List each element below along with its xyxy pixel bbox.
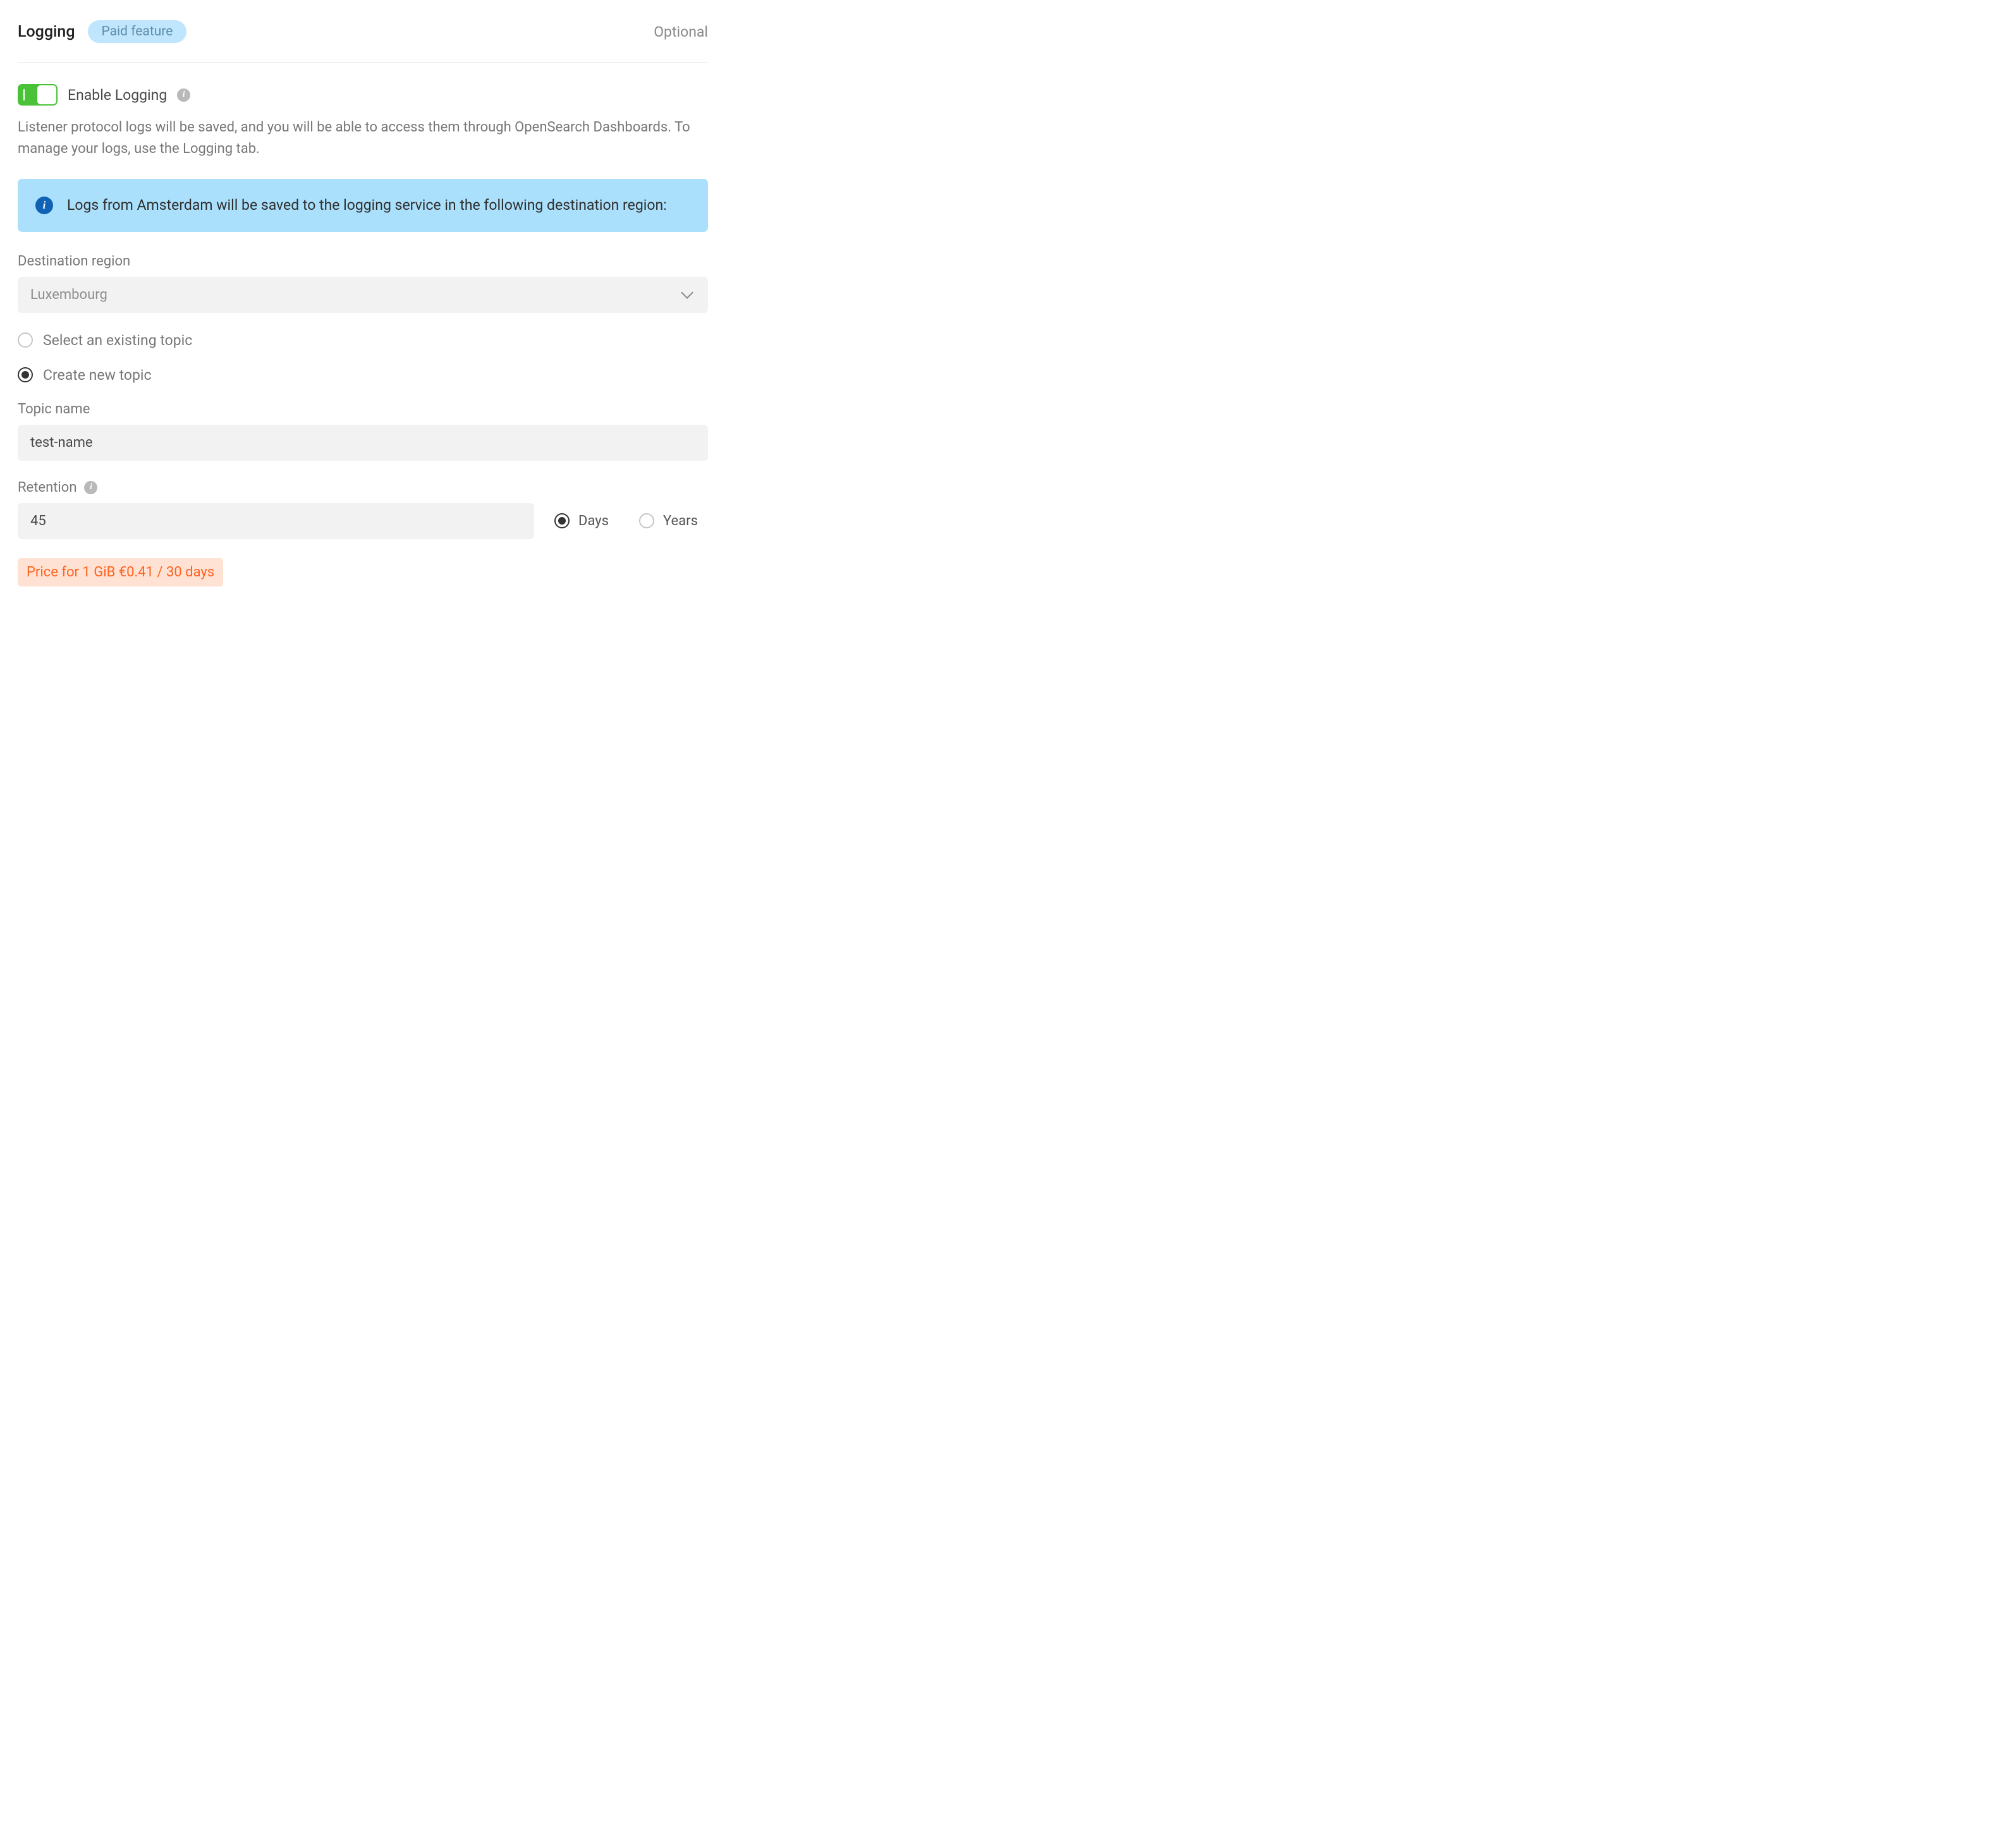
unit-years-label: Years bbox=[663, 513, 698, 529]
content-area: Enable Logging i Listener protocol logs … bbox=[18, 63, 708, 587]
unit-days-group[interactable]: Days bbox=[554, 513, 619, 529]
radio-button bbox=[554, 513, 570, 528]
info-icon[interactable]: i bbox=[177, 88, 190, 102]
destination-region-label: Destination region bbox=[18, 253, 708, 269]
price-badge: Price for 1 GiB €0.41 / 30 days bbox=[18, 558, 223, 587]
retention-input-wrap bbox=[18, 503, 534, 539]
info-icon: i bbox=[35, 197, 53, 214]
optional-label: Optional bbox=[654, 23, 708, 40]
destination-region-select[interactable]: Luxembourg bbox=[18, 277, 708, 313]
topic-name-label: Topic name bbox=[18, 401, 708, 417]
section-title: Logging bbox=[18, 23, 75, 41]
radio-button bbox=[639, 513, 654, 528]
enable-logging-toggle[interactable] bbox=[18, 84, 58, 106]
radio-existing-topic[interactable]: Select an existing topic bbox=[18, 332, 708, 349]
section-header: Logging Paid feature Optional bbox=[18, 20, 708, 63]
info-banner-text: Logs from Amsterdam will be saved to the… bbox=[67, 194, 667, 217]
enable-logging-label: Enable Logging bbox=[68, 87, 167, 104]
paid-feature-badge: Paid feature bbox=[88, 20, 187, 43]
radio-button bbox=[18, 367, 33, 382]
header-left: Logging Paid feature bbox=[18, 20, 186, 43]
chevron-down-icon bbox=[681, 286, 693, 299]
toggle-knob bbox=[37, 85, 56, 104]
unit-years-group[interactable]: Years bbox=[639, 513, 708, 529]
radio-label: Select an existing topic bbox=[43, 332, 192, 349]
info-icon[interactable]: i bbox=[84, 481, 97, 494]
radio-create-topic[interactable]: Create new topic bbox=[18, 367, 708, 384]
enable-logging-row: Enable Logging i bbox=[18, 84, 708, 106]
retention-label-row: Retention i bbox=[18, 480, 708, 495]
topic-name-input[interactable] bbox=[18, 425, 708, 461]
retention-row: Days Years bbox=[18, 503, 708, 539]
retention-label: Retention bbox=[18, 480, 76, 495]
retention-input[interactable] bbox=[18, 503, 534, 539]
info-banner: i Logs from Amsterdam will be saved to t… bbox=[18, 179, 708, 232]
destination-region-value: Luxembourg bbox=[30, 287, 107, 303]
helper-text: Listener protocol logs will be saved, an… bbox=[18, 117, 708, 160]
radio-button bbox=[18, 332, 33, 348]
unit-days-label: Days bbox=[578, 513, 609, 529]
radio-label: Create new topic bbox=[43, 367, 152, 384]
